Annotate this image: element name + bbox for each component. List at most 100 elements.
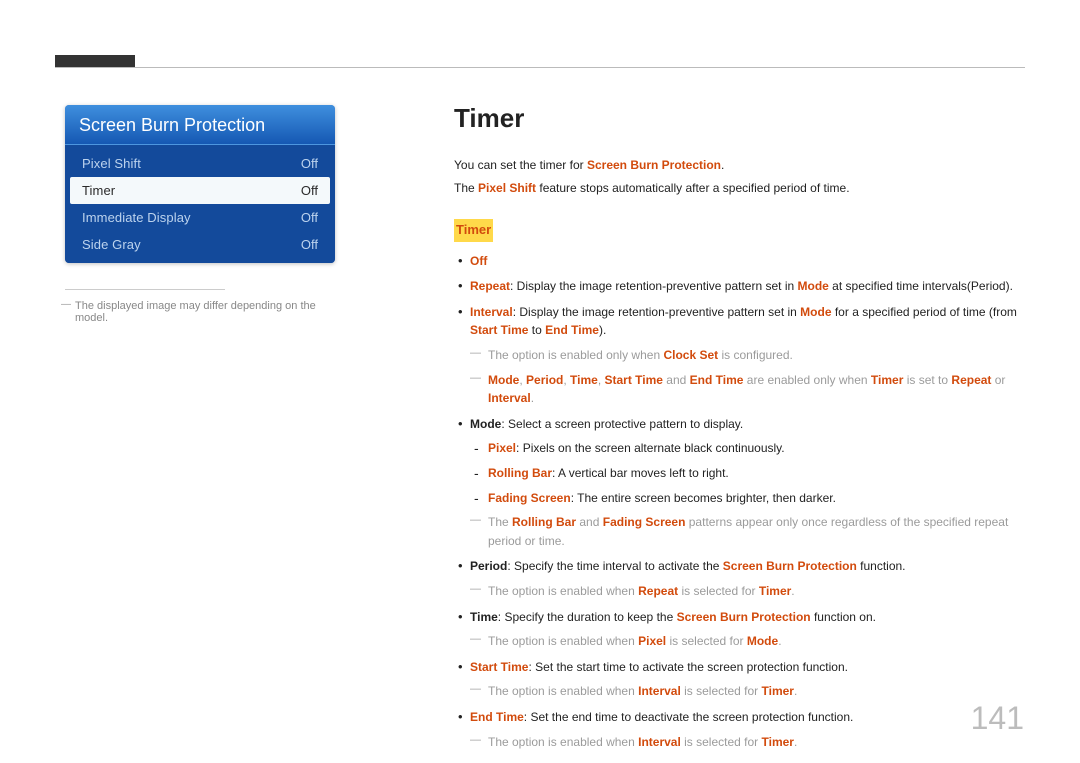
keyword-repeat: Repeat: [470, 279, 510, 293]
subsection-heading-timer: Timer: [454, 219, 493, 241]
text: ,: [519, 373, 526, 387]
note-start-time-enabled: The option is enabled when Interval is s…: [470, 682, 1024, 701]
keyword-clock-set: Clock Set: [663, 348, 718, 362]
option-period: Period: Specify the time interval to act…: [456, 557, 1024, 600]
keyword-pixel: Pixel: [488, 441, 516, 455]
text: The option is enabled when: [488, 684, 638, 698]
page-number: 141: [971, 700, 1024, 737]
text: You can set the timer for: [454, 158, 587, 172]
text: : Pixels on the screen alternate black c…: [516, 441, 785, 455]
text: : The entire screen becomes brighter, th…: [571, 491, 836, 505]
keyword-period: Period: [470, 559, 507, 573]
text: is selected for: [666, 634, 747, 648]
options-list: Off Repeat: Display the image retention-…: [454, 252, 1024, 751]
text: to: [528, 323, 545, 337]
keyword-repeat: Repeat: [951, 373, 991, 387]
text: .: [794, 684, 797, 698]
text: feature stops automatically after a spec…: [536, 181, 850, 195]
menu-row-label: Immediate Display: [82, 210, 191, 225]
keyword-start-time: Start Time: [605, 373, 663, 387]
text: .: [721, 158, 724, 172]
keyword-off: Off: [470, 254, 487, 268]
keyword-rolling-bar: Rolling Bar: [512, 515, 576, 529]
intro-paragraph: You can set the timer for Screen Burn Pr…: [454, 156, 1024, 197]
option-start-time: Start Time: Set the start time to activa…: [456, 658, 1024, 701]
keyword-timer: Timer: [871, 373, 903, 387]
text: ,: [598, 373, 605, 387]
osd-menu: Screen Burn Protection Pixel Shift Off T…: [65, 105, 335, 263]
keyword-screen-burn-protection: Screen Burn Protection: [723, 559, 857, 573]
menu-row-label: Side Gray: [82, 237, 141, 252]
text: The option is enabled only when: [488, 348, 663, 362]
keyword-rolling-bar: Rolling Bar: [488, 466, 552, 480]
keyword-timer: Timer: [762, 735, 794, 749]
keyword-screen-burn-protection: Screen Burn Protection: [587, 158, 721, 172]
text: : Specify the time interval to activate …: [507, 559, 722, 573]
note-patterns-once: The Rolling Bar and Fading Screen patter…: [470, 513, 1024, 550]
text: : Set the end time to deactivate the scr…: [524, 710, 854, 724]
option-off: Off: [456, 252, 1024, 271]
menu-row-label: Timer: [82, 183, 115, 198]
keyword-interval: Interval: [638, 735, 681, 749]
text: .: [778, 634, 781, 648]
keyword-fading-screen: Fading Screen: [603, 515, 686, 529]
note-fields-enabled: Mode, Period, Time, Start Time and End T…: [470, 371, 1024, 408]
keyword-start-time: Start Time: [470, 660, 528, 674]
text: is set to: [903, 373, 951, 387]
text: is selected for: [681, 684, 762, 698]
note-time-enabled: The option is enabled when Pixel is sele…: [470, 632, 1024, 651]
keyword-interval: Interval: [470, 305, 513, 319]
keyword-start-time: Start Time: [470, 323, 528, 337]
osd-menu-title: Screen Burn Protection: [65, 105, 335, 145]
footnote-separator: [65, 289, 225, 290]
keyword-mode: Mode: [798, 279, 829, 293]
text: and: [663, 373, 690, 387]
text: .: [791, 584, 794, 598]
menu-row-timer[interactable]: Timer Off: [70, 177, 330, 204]
left-column: Screen Burn Protection Pixel Shift Off T…: [65, 105, 335, 324]
keyword-timer: Timer: [759, 584, 791, 598]
keyword-timer: Timer: [762, 684, 794, 698]
note-clock-set: The option is enabled only when Clock Se…: [470, 346, 1024, 365]
menu-row-pixel-shift[interactable]: Pixel Shift Off: [70, 150, 330, 177]
text: or: [991, 373, 1005, 387]
note-period-enabled: The option is enabled when Repeat is sel…: [470, 582, 1024, 601]
header-rule: [55, 67, 1025, 68]
sub-option-fading-screen: Fading Screen: The entire screen becomes…: [470, 489, 1024, 508]
text: and: [576, 515, 603, 529]
menu-row-value: Off: [301, 156, 318, 171]
text: function.: [857, 559, 906, 573]
keyword-interval: Interval: [638, 684, 681, 698]
text: The: [454, 181, 478, 195]
menu-row-immediate-display[interactable]: Immediate Display Off: [70, 204, 330, 231]
option-time: Time: Specify the duration to keep the S…: [456, 608, 1024, 651]
text: The option is enabled when: [488, 735, 638, 749]
keyword-period: Period: [526, 373, 563, 387]
right-column: Timer You can set the timer for Screen B…: [454, 98, 1024, 758]
keyword-end-time: End Time: [470, 710, 524, 724]
keyword-screen-burn-protection: Screen Burn Protection: [677, 610, 811, 624]
keyword-mode: Mode: [488, 373, 519, 387]
menu-row-value: Off: [301, 210, 318, 225]
text: at specified time intervals(Period).: [829, 279, 1013, 293]
text: is selected for: [678, 584, 759, 598]
text: The option is enabled when: [488, 634, 638, 648]
page-title: Timer: [454, 98, 1024, 138]
sub-option-rolling-bar: Rolling Bar: A vertical bar moves left t…: [470, 464, 1024, 483]
keyword-pixel: Pixel: [638, 634, 666, 648]
text: is selected for: [681, 735, 762, 749]
menu-row-side-gray[interactable]: Side Gray Off: [70, 231, 330, 258]
menu-row-label: Pixel Shift: [82, 156, 141, 171]
keyword-mode: Mode: [470, 417, 501, 431]
text: .: [794, 735, 797, 749]
text: The option is enabled when: [488, 584, 638, 598]
text: The: [488, 515, 512, 529]
option-mode: Mode: Select a screen protective pattern…: [456, 415, 1024, 551]
text: : Specify the duration to keep the: [498, 610, 677, 624]
menu-row-value: Off: [301, 183, 318, 198]
text: function on.: [811, 610, 876, 624]
keyword-mode: Mode: [747, 634, 778, 648]
text: is configured.: [718, 348, 793, 362]
text: : Select a screen protective pattern to …: [501, 417, 743, 431]
keyword-pixel-shift: Pixel Shift: [478, 181, 536, 195]
